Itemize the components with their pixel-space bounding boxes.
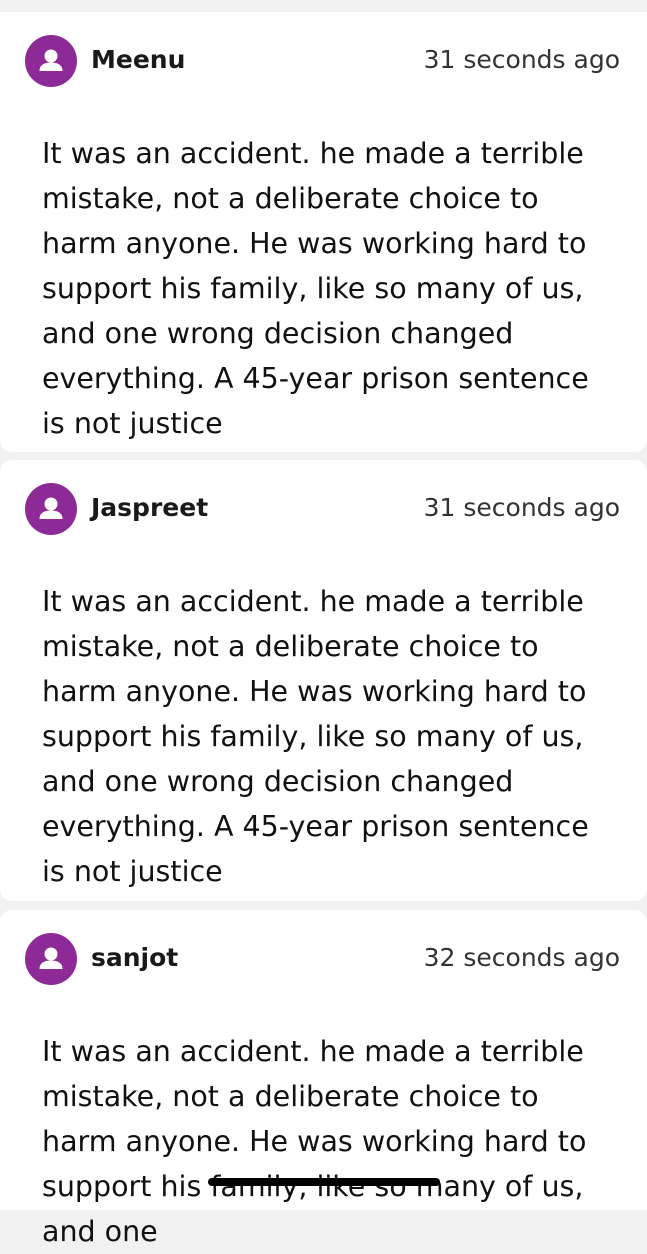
comment-timestamp: 32 seconds ago: [423, 943, 620, 972]
user-avatar-icon[interactable]: [25, 35, 77, 87]
comment-card: sanjot 32 seconds ago It was an accident…: [0, 910, 647, 1248]
comment-timestamp: 31 seconds ago: [423, 493, 620, 522]
comment-username[interactable]: Jaspreet: [91, 492, 208, 524]
comment-body: It was an accident. he made a terrible m…: [42, 585, 589, 888]
comment-card: Meenu 31 seconds ago It was an accident.…: [0, 12, 647, 452]
comment-body: It was an accident. he made a terrible m…: [42, 1035, 587, 1248]
comment-username[interactable]: sanjot: [91, 942, 178, 974]
user-avatar-icon[interactable]: [25, 933, 77, 985]
comment-body: It was an accident. he made a terrible m…: [42, 137, 589, 440]
home-indicator[interactable]: [208, 1178, 440, 1186]
comment-card: Jaspreet 31 seconds ago It was an accide…: [0, 460, 647, 901]
top-divider: [0, 0, 647, 10]
user-avatar-icon[interactable]: [25, 483, 77, 535]
comment-username[interactable]: Meenu: [91, 44, 185, 76]
comment-timestamp: 31 seconds ago: [423, 45, 620, 74]
